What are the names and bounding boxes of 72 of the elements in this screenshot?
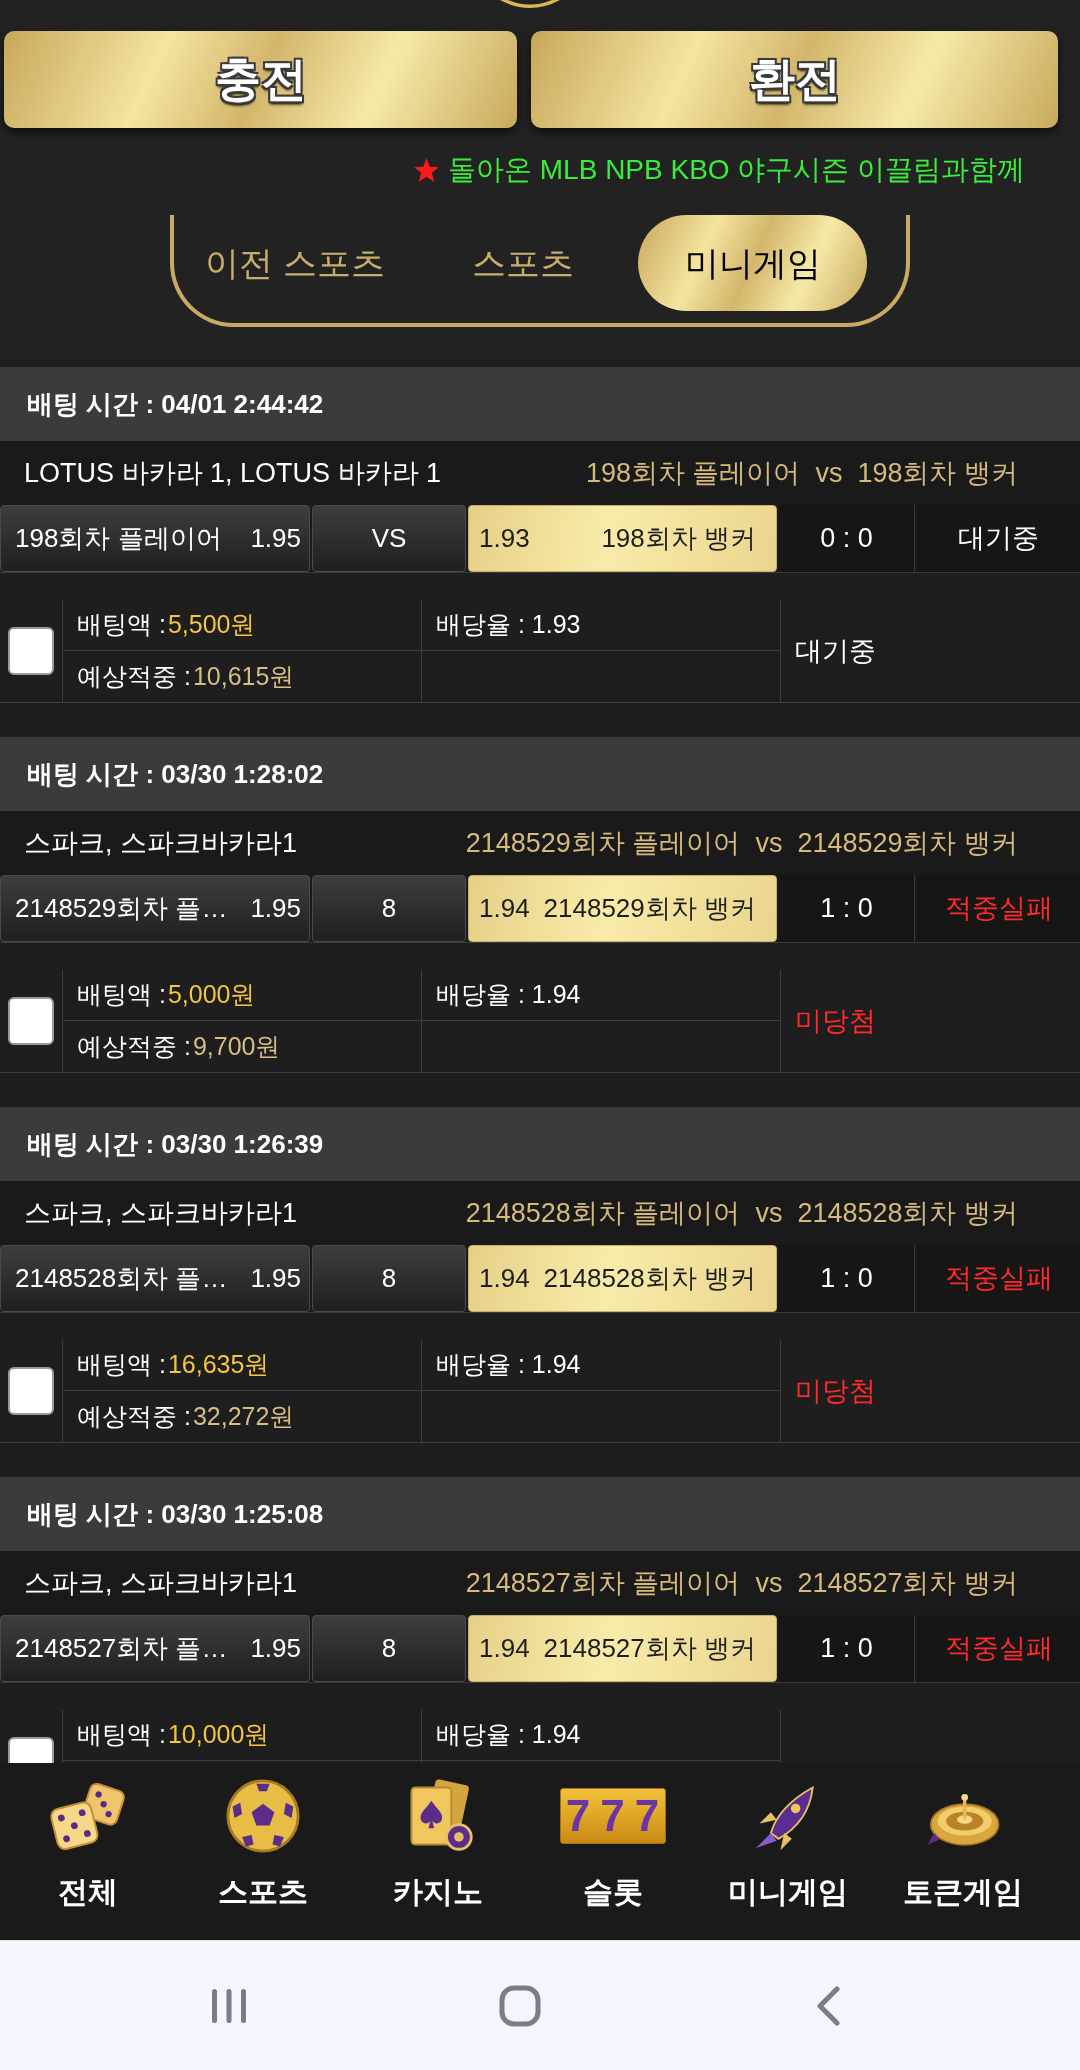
bottom-nav-item[interactable]: 전체 — [0, 1763, 175, 1940]
stake-label: 배팅액 : — [77, 609, 166, 641]
slot-reels-sign: 777 — [559, 1788, 666, 1844]
expected-win-amount: 32,272원 — [192, 1400, 295, 1432]
bottom-nav-item[interactable]: 777 슬롯 — [525, 1763, 700, 1940]
bet-status: 미당첨 — [795, 1374, 876, 1408]
bottom-nav-item[interactable]: 스포츠 — [175, 1763, 350, 1940]
payout-rate: 배당율 : 1.94 — [436, 979, 581, 1011]
matchup-text: 198회차 플레이어 vs 198회차 뱅커 — [585, 456, 1018, 490]
checkbox[interactable] — [8, 627, 54, 675]
pick-button[interactable]: 1.94 2148528회차 뱅커 — [468, 1245, 777, 1312]
star-icon — [413, 156, 440, 184]
stake-label: 배팅액 : — [77, 1349, 166, 1381]
home-icon[interactable] — [499, 1984, 541, 2027]
center-pick-button[interactable]: VS — [312, 505, 466, 572]
back-icon[interactable] — [815, 1985, 841, 2026]
category-tab[interactable]: 스포츠 — [420, 215, 626, 311]
result-status: 적중실패 — [917, 1245, 1080, 1312]
expected-win-label: 예상적중 : — [77, 1400, 191, 1432]
bet-time-header: 배팅 시간 : 04/01 2:44:42 — [0, 367, 1080, 441]
center-pick-button[interactable]: 8 — [312, 875, 466, 942]
pick-button[interactable]: 1.93 198회차 뱅커 — [468, 505, 777, 572]
bottom-nav-item[interactable]: 카지노 — [350, 1763, 525, 1940]
score-display: 0 : 0 — [779, 505, 915, 572]
expected-win-label: 예상적중 : — [77, 660, 191, 692]
bet-time-header: 배팅 시간 : 03/30 1:26:39 — [0, 1107, 1080, 1181]
notice-text: 돌아온 MLB NPB KBO 야구시즌 이끌림과함께 — [448, 153, 1026, 187]
center-pick-button[interactable]: 8 — [312, 1615, 466, 1682]
result-status: 적중실패 — [917, 1615, 1080, 1682]
center-pick-button[interactable]: 8 — [312, 1245, 466, 1312]
pick-button[interactable]: 1.94 2148527회차 뱅커 — [468, 1615, 777, 1682]
matchup-text: 2148528회차 플레이어 vs 2148528회차 뱅커 — [465, 1196, 1018, 1230]
stake-amount: 10,000원 — [167, 1719, 270, 1751]
recent-apps-icon[interactable] — [210, 1986, 248, 2025]
checkbox[interactable] — [8, 997, 54, 1045]
result-status: 대기중 — [917, 505, 1080, 572]
soccer-ball-icon — [223, 1778, 302, 1854]
matchup-text: 2148527회차 플레이어 vs 2148527회차 뱅커 — [465, 1566, 1018, 1600]
game-name: LOTUS 바카라 1, LOTUS 바카라 1 — [24, 456, 442, 490]
payout-rate: 배당율 : 1.94 — [436, 1719, 581, 1751]
expected-win-amount: 9,700원 — [192, 1030, 281, 1062]
pick-button[interactable]: 1.94 2148529회차 뱅커 — [468, 875, 777, 942]
bet-status: 미당첨 — [795, 1004, 876, 1038]
score-display: 1 : 0 — [779, 1615, 915, 1682]
pick-button[interactable]: 2148527회차 플… 1.95 — [0, 1615, 310, 1682]
game-name: 스파크, 스파크바카라1 — [24, 1566, 298, 1600]
matchup-text: 2148529회차 플레이어 vs 2148529회차 뱅커 — [465, 826, 1018, 860]
game-name: 스파크, 스파크바카라1 — [24, 1196, 298, 1230]
payout-rate: 배당율 : 1.94 — [436, 1349, 581, 1381]
stake-amount: 5,000원 — [167, 979, 256, 1011]
pick-button[interactable]: 198회차 플레이어 1.95 — [0, 505, 310, 572]
pick-button[interactable]: 2148529회차 플… 1.95 — [0, 875, 310, 942]
bet-status: 대기중 — [795, 634, 876, 668]
expected-win-amount: 10,615원 — [192, 660, 295, 692]
game-name: 스파크, 스파크바카라1 — [24, 826, 298, 860]
bet-time-header: 배팅 시간 : 03/30 1:28:02 — [0, 737, 1080, 811]
stake-amount: 5,500원 — [167, 609, 256, 641]
checkbox[interactable] — [8, 1367, 54, 1415]
payout-rate: 배당율 : 1.93 — [436, 609, 581, 641]
stake-label: 배팅액 : — [77, 1719, 166, 1751]
bottom-nav-item[interactable]: 토큰게임 — [875, 1763, 1050, 1940]
stake-amount: 16,635원 — [167, 1349, 270, 1381]
score-display: 1 : 0 — [779, 1245, 915, 1312]
bet-time-header: 배팅 시간 : 03/30 1:25:08 — [0, 1477, 1080, 1551]
category-tab[interactable]: 미니게임 — [638, 215, 867, 311]
expected-win-label: 예상적중 : — [77, 1030, 191, 1062]
result-status: 적중실패 — [917, 875, 1080, 942]
bottom-nav-item[interactable]: 미니게임 — [700, 1763, 875, 1940]
category-tab[interactable]: 이전 스포츠 — [180, 215, 410, 311]
score-display: 1 : 0 — [779, 875, 915, 942]
stake-label: 배팅액 : — [77, 979, 166, 1011]
pick-button[interactable]: 2148528회차 플… 1.95 — [0, 1245, 310, 1312]
